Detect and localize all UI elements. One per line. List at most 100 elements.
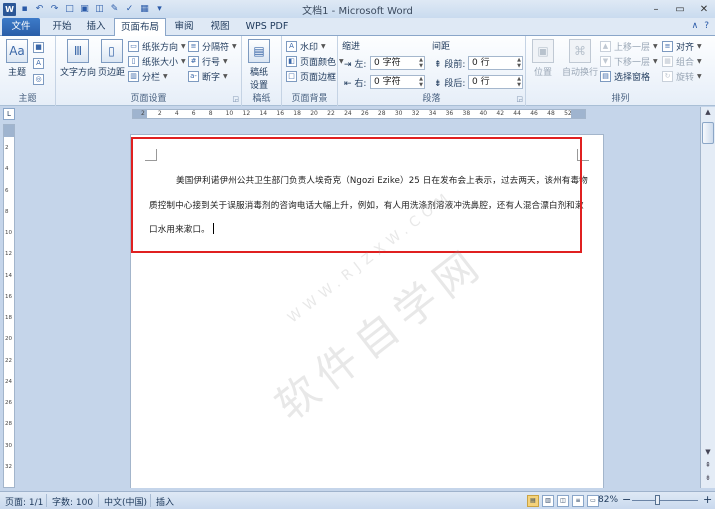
rotate-button[interactable]: ↻ 旋转 ▼ <box>662 69 702 83</box>
position-button[interactable]: ▣ 位置 <box>532 39 554 78</box>
open-folder-icon[interactable]: ▣ <box>78 3 91 16</box>
spinner-icon[interactable]: ▲ ▼ <box>517 76 521 88</box>
table-icon[interactable]: ▦ <box>138 3 151 16</box>
hyphenation-button[interactable]: a- 断字 ▼ <box>188 69 228 83</box>
line-numbers-icon: # <box>188 55 199 67</box>
selection-pane-label: 选择窗格 <box>614 72 651 83</box>
dialog-launcher-icon[interactable]: ◲ <box>516 95 523 103</box>
ruler-tick-label: 34 <box>428 110 437 117</box>
spinner-icon[interactable]: ▲ ▼ <box>517 57 521 69</box>
ruler-tick-label: 14 <box>5 272 12 279</box>
margins-button[interactable]: ▯ 页边距 <box>98 39 125 78</box>
columns-button[interactable]: ▥ 分栏 ▼ <box>128 69 168 83</box>
tab-page-layout[interactable]: 页面布局 <box>114 18 166 37</box>
selection-pane-icon: ▤ <box>600 70 611 82</box>
save-icon[interactable]: ▪ <box>18 3 31 16</box>
tab-review[interactable]: 审阅 <box>168 18 200 36</box>
minimize-button[interactable]: – <box>649 4 663 15</box>
spacing-after-icon: ⇟ <box>434 79 445 89</box>
spelling-icon[interactable]: ✓ <box>123 3 136 16</box>
language-indicator[interactable]: 中文(中国) <box>104 495 147 508</box>
ruler-tick-label: 20 <box>5 336 12 343</box>
word-count[interactable]: 字数: 100 <box>52 495 93 508</box>
spacing-before-label: ⇞ 段前: <box>434 57 465 70</box>
line-numbers-label: 行号 <box>202 57 221 68</box>
full-screen-reading-icon[interactable]: ▥ <box>542 495 554 507</box>
spinner-icon[interactable]: ▲ ▼ <box>419 76 423 88</box>
format-painter-icon[interactable]: ✎ <box>108 3 121 16</box>
customize-qat-icon[interactable]: ▾ <box>153 3 166 16</box>
insert-mode[interactable]: 插入 <box>156 495 174 508</box>
group-objects-button[interactable]: ▦ 组合 ▼ <box>662 54 702 68</box>
web-layout-icon[interactable]: ◫ <box>557 495 569 507</box>
indent-right-input[interactable]: 0 字符 ▲ ▼ <box>370 75 425 89</box>
page-borders-button[interactable]: □ 页面边框 <box>286 69 336 83</box>
outline-view-icon[interactable]: ≡ <box>572 495 584 507</box>
size-button[interactable]: ▯ 纸张大小 ▼ <box>128 54 186 68</box>
print-preview-icon[interactable]: ◫ <box>93 3 106 16</box>
undo-icon[interactable]: ↶ <box>33 3 46 16</box>
watermark-button[interactable]: A 水印 ▼ <box>286 39 326 53</box>
ruler-tick-label: 26 <box>361 110 369 117</box>
theme-fonts-button[interactable]: A <box>33 56 44 70</box>
vertical-ruler[interactable]: 2 4 6 8 10 12 14 16 18 20 22 24 26 28 30 32 <box>3 124 15 488</box>
wrap-text-button[interactable]: ⌘ 自动换行 <box>562 39 598 78</box>
theme-colors-button[interactable]: ■ <box>33 40 44 54</box>
spinner-icon[interactable]: ▲ ▼ <box>419 57 423 69</box>
ruler-row: L 2 2 4 6 8 10 12 14 16 18 20 22 24 26 28 30 32 34 36 38 40 4… <box>0 107 715 121</box>
group-label-paragraph: 段落 <box>422 94 441 104</box>
page-count[interactable]: 页面: 1/1 <box>5 495 43 508</box>
zoom-out-button[interactable]: − <box>622 493 631 506</box>
spacing-after-label: ⇟ 段后: <box>434 76 465 89</box>
theme-effects-button[interactable]: ◎ <box>33 72 44 86</box>
zoom-in-button[interactable]: + <box>703 493 712 506</box>
horizontal-ruler[interactable]: 2 2 4 6 8 10 12 14 16 18 20 22 24 26 28 30 32 34 36 38 40 42 4… <box>132 109 586 119</box>
word-app-icon[interactable]: W <box>3 2 16 16</box>
zoom-level[interactable]: 82% <box>598 495 618 505</box>
draft-settings-button[interactable]: ▤ 稿纸 设置 <box>248 39 270 91</box>
ruler-right-margin <box>571 110 585 118</box>
page-color-button[interactable]: ◧ 页面颜色 ▼ <box>286 54 344 68</box>
rotate-icon: ↻ <box>662 70 673 82</box>
restore-button[interactable]: ▭ <box>673 4 687 15</box>
spacing-before-input[interactable]: 0 行 ▲ ▼ <box>468 56 523 70</box>
line-numbers-button[interactable]: # 行号 ▼ <box>188 54 228 68</box>
vertical-scrollbar[interactable]: ▲ ▼ ⇞ ⇟ <box>700 107 715 488</box>
send-backward-button[interactable]: ▼ 下移一层 ▼ <box>600 54 658 68</box>
tab-selector-icon[interactable]: L <box>3 108 15 120</box>
close-button[interactable]: ✕ <box>697 4 711 15</box>
help-icon[interactable]: ? <box>704 21 709 31</box>
tab-view[interactable]: 视图 <box>204 18 236 36</box>
next-page-icon[interactable]: ⇟ <box>702 474 714 486</box>
ribbon-collapse-icon[interactable]: ∧ <box>692 21 699 31</box>
scroll-up-icon[interactable]: ▲ <box>702 108 714 120</box>
redo-icon[interactable]: ↷ <box>48 3 61 16</box>
previous-page-icon[interactable]: ⇞ <box>702 461 714 473</box>
dialog-launcher-icon[interactable]: ◲ <box>232 95 239 103</box>
bring-forward-button[interactable]: ▲ 上移一层 ▼ <box>600 39 658 53</box>
orientation-button[interactable]: ▭ 纸张方向 ▼ <box>128 39 186 53</box>
tab-home[interactable]: 开始 <box>44 18 80 36</box>
spacing-after-input[interactable]: 0 行 ▲ ▼ <box>468 75 523 89</box>
zoom-slider-track[interactable] <box>632 500 698 501</box>
new-document-icon[interactable]: □ <box>63 3 76 16</box>
themes-button[interactable]: Aa 主题 <box>6 39 28 78</box>
tab-wps-pdf[interactable]: WPS PDF <box>240 18 294 36</box>
window-controls: – ▭ ✕ <box>649 0 711 18</box>
scroll-thumb[interactable] <box>702 122 714 144</box>
columns-icon: ▥ <box>128 70 139 82</box>
tab-file[interactable]: 文件 <box>2 18 40 36</box>
draft-settings-label-2: 设置 <box>249 81 268 91</box>
breaks-button[interactable]: ≡ 分隔符 ▼ <box>188 39 237 53</box>
print-layout-view-icon[interactable]: ▤ <box>527 495 539 507</box>
ruler-tick-label: 46 <box>530 110 538 117</box>
ruler-tick-label: 14 <box>259 110 268 117</box>
align-button[interactable]: ≡ 对齐 ▼ <box>662 39 702 53</box>
selection-pane-button[interactable]: ▤ 选择窗格 <box>600 69 650 83</box>
group-label-page-setup: 页面设置 <box>130 94 167 104</box>
text-direction-button[interactable]: Ⅲ 文字方向 <box>60 39 96 78</box>
scroll-down-icon[interactable]: ▼ <box>702 448 714 460</box>
indent-left-input[interactable]: 0 字符 ▲ ▼ <box>370 56 425 70</box>
tab-insert[interactable]: 插入 <box>80 18 112 36</box>
zoom-slider-handle[interactable] <box>655 495 660 505</box>
